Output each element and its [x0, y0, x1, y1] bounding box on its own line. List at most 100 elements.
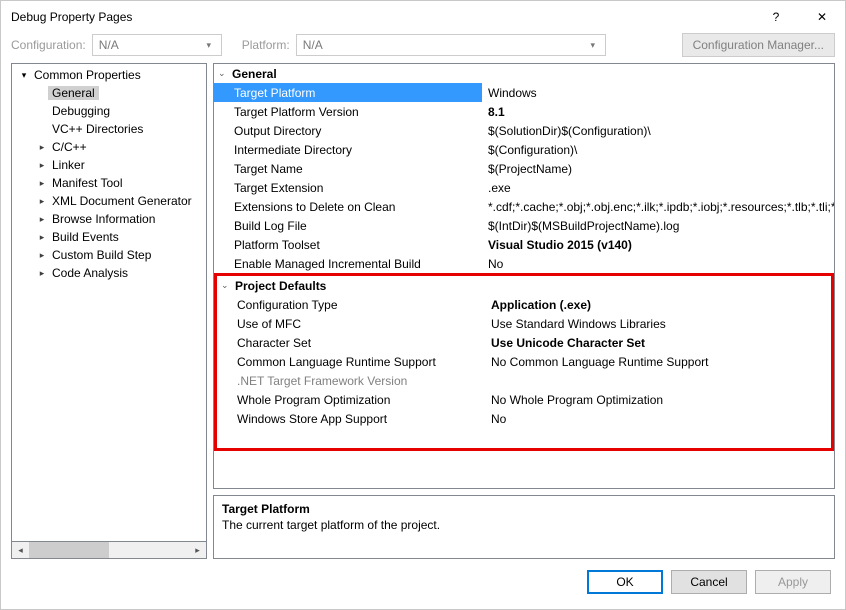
- property-value[interactable]: Windows: [482, 83, 834, 102]
- property-value[interactable]: No: [482, 254, 834, 273]
- tree-item[interactable]: ▸Manifest Tool: [14, 174, 206, 192]
- property-name: Enable Managed Incremental Build: [214, 254, 482, 273]
- property-value[interactable]: Visual Studio 2015 (v140): [482, 235, 834, 254]
- property-value[interactable]: $(ProjectName): [482, 159, 834, 178]
- property-name: Target Platform Version: [214, 102, 482, 121]
- tree-item-label: XML Document Generator: [48, 194, 196, 208]
- tree-item[interactable]: ▸VC++ Directories: [14, 120, 206, 138]
- group-expander-icon[interactable]: ⌄: [218, 68, 228, 79]
- cancel-button[interactable]: Cancel: [671, 570, 747, 594]
- close-button[interactable]: ✕: [799, 1, 845, 33]
- close-icon: ✕: [817, 10, 827, 24]
- property-row[interactable]: Common Language Runtime SupportNo Common…: [217, 352, 831, 371]
- tree-item[interactable]: ▸C/C++: [14, 138, 206, 156]
- property-value[interactable]: 8.1: [482, 102, 834, 121]
- tree-item[interactable]: ▸General: [14, 84, 206, 102]
- property-value[interactable]: $(Configuration)\: [482, 140, 834, 159]
- property-row[interactable]: Platform ToolsetVisual Studio 2015 (v140…: [214, 235, 834, 254]
- group-defaults-title: Project Defaults: [235, 279, 326, 293]
- tree-root[interactable]: ▾ Common Properties: [14, 66, 206, 84]
- property-value[interactable]: $(IntDir)$(MSBuildProjectName).log: [482, 216, 834, 235]
- window-title: Debug Property Pages: [11, 10, 753, 24]
- group-general[interactable]: ⌄ General: [214, 64, 834, 83]
- property-name: Character Set: [217, 333, 485, 352]
- expander-open-icon[interactable]: ▾: [18, 70, 30, 81]
- expander-closed-icon[interactable]: ▸: [36, 250, 48, 261]
- platform-combo[interactable]: N/A ▾: [296, 34, 606, 56]
- property-row[interactable]: Enable Managed Incremental BuildNo: [214, 254, 834, 273]
- group-general-title: General: [232, 67, 277, 81]
- apply-button[interactable]: Apply: [755, 570, 831, 594]
- platform-label: Platform:: [242, 38, 290, 52]
- expander-closed-icon[interactable]: ▸: [36, 142, 48, 153]
- property-row[interactable]: Use of MFCUse Standard Windows Libraries: [217, 314, 831, 333]
- nav-tree[interactable]: ▾ Common Properties ▸General▸Debugging▸V…: [11, 63, 207, 542]
- property-row[interactable]: Character SetUse Unicode Character Set: [217, 333, 831, 352]
- configuration-label: Configuration:: [11, 38, 86, 52]
- property-row[interactable]: Whole Program OptimizationNo Whole Progr…: [217, 390, 831, 409]
- property-row[interactable]: Extensions to Delete on Clean*.cdf;*.cac…: [214, 197, 834, 216]
- expander-closed-icon[interactable]: ▸: [36, 178, 48, 189]
- property-name: Target Name: [214, 159, 482, 178]
- expander-closed-icon[interactable]: ▸: [36, 232, 48, 243]
- tree-item-label: Build Events: [48, 230, 123, 244]
- property-value[interactable]: *.cdf;*.cache;*.obj;*.obj.enc;*.ilk;*.ip…: [482, 197, 834, 216]
- tree-panel: ▾ Common Properties ▸General▸Debugging▸V…: [11, 63, 207, 559]
- tree-horizontal-scrollbar[interactable]: ◂ ▸: [11, 542, 207, 559]
- property-value[interactable]: No Whole Program Optimization: [485, 390, 831, 409]
- expander-closed-icon[interactable]: ▸: [36, 214, 48, 225]
- chevron-down-icon: ▾: [201, 40, 217, 51]
- property-row[interactable]: Target Platform Version8.1: [214, 102, 834, 121]
- property-value[interactable]: $(SolutionDir)$(Configuration)\: [482, 121, 834, 140]
- scroll-left-icon[interactable]: ◂: [12, 545, 29, 556]
- property-row[interactable]: Windows Store App SupportNo: [217, 409, 831, 428]
- tree-item[interactable]: ▸Build Events: [14, 228, 206, 246]
- scrollbar-thumb[interactable]: [29, 542, 109, 558]
- property-name: Build Log File: [214, 216, 482, 235]
- property-name: Target Extension: [214, 178, 482, 197]
- tree-root-label: Common Properties: [30, 68, 145, 82]
- property-name: Use of MFC: [217, 314, 485, 333]
- property-name: Intermediate Directory: [214, 140, 482, 159]
- tree-item-label: Browse Information: [48, 212, 159, 226]
- property-row[interactable]: .NET Target Framework Version: [217, 371, 831, 390]
- configuration-combo[interactable]: N/A ▾: [92, 34, 222, 56]
- help-button[interactable]: ?: [753, 1, 799, 33]
- property-name: Platform Toolset: [214, 235, 482, 254]
- tree-item[interactable]: ▸Debugging: [14, 102, 206, 120]
- property-row[interactable]: Output Directory$(SolutionDir)$(Configur…: [214, 121, 834, 140]
- property-value[interactable]: No: [485, 409, 831, 428]
- property-row[interactable]: Build Log File$(IntDir)$(MSBuildProjectN…: [214, 216, 834, 235]
- property-row[interactable]: Intermediate Directory$(Configuration)\: [214, 140, 834, 159]
- property-row[interactable]: Target Name$(ProjectName): [214, 159, 834, 178]
- property-value[interactable]: Application (.exe): [485, 295, 831, 314]
- property-value[interactable]: .exe: [482, 178, 834, 197]
- scroll-right-icon[interactable]: ▸: [189, 545, 206, 556]
- property-value[interactable]: Use Standard Windows Libraries: [485, 314, 831, 333]
- tree-item[interactable]: ▸Linker: [14, 156, 206, 174]
- group-expander-icon[interactable]: ⌄: [221, 280, 231, 291]
- group-project-defaults[interactable]: ⌄ Project Defaults: [217, 276, 831, 295]
- tree-item[interactable]: ▸Custom Build Step: [14, 246, 206, 264]
- scrollbar-track[interactable]: [29, 542, 189, 558]
- property-row[interactable]: Target PlatformWindows: [214, 83, 834, 102]
- property-grid[interactable]: ⌄ General Target PlatformWindowsTarget P…: [213, 63, 835, 489]
- expander-closed-icon[interactable]: ▸: [36, 160, 48, 171]
- ok-button[interactable]: OK: [587, 570, 663, 594]
- property-row[interactable]: Target Extension.exe: [214, 178, 834, 197]
- tree-item[interactable]: ▸Browse Information: [14, 210, 206, 228]
- tree-item-label: Custom Build Step: [48, 248, 155, 262]
- description-panel: Target Platform The current target platf…: [213, 495, 835, 559]
- configuration-manager-button[interactable]: Configuration Manager...: [682, 33, 835, 57]
- property-name: Target Platform: [214, 83, 482, 102]
- tree-item[interactable]: ▸XML Document Generator: [14, 192, 206, 210]
- property-row[interactable]: Configuration TypeApplication (.exe): [217, 295, 831, 314]
- expander-closed-icon[interactable]: ▸: [36, 196, 48, 207]
- property-value[interactable]: [485, 371, 831, 390]
- tree-item[interactable]: ▸Code Analysis: [14, 264, 206, 282]
- description-text: The current target platform of the proje…: [222, 518, 826, 532]
- property-name: Configuration Type: [217, 295, 485, 314]
- property-value[interactable]: No Common Language Runtime Support: [485, 352, 831, 371]
- property-value[interactable]: Use Unicode Character Set: [485, 333, 831, 352]
- expander-closed-icon[interactable]: ▸: [36, 268, 48, 279]
